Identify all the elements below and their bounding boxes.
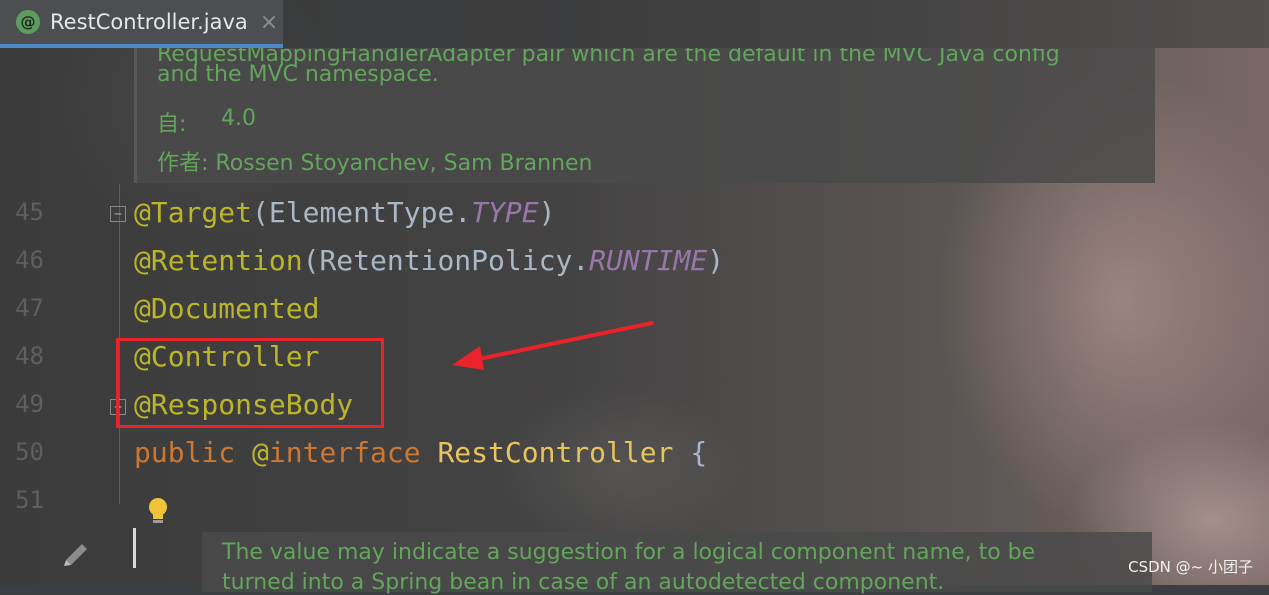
line-number: 51 (15, 486, 44, 514)
doc-author: 作者: Rossen Stoyanchev, Sam Brannen (157, 151, 593, 176)
paren-token: ) (538, 196, 556, 229)
doc-line: The value may indicate a suggestion for … (222, 540, 1036, 565)
keyword-token: public (134, 436, 236, 469)
fold-collapse-icon[interactable]: − (110, 206, 126, 222)
paren-token: ( (302, 244, 320, 277)
pencil-icon[interactable] (62, 536, 92, 566)
highlight-box (116, 338, 384, 428)
paren-token: ( (252, 196, 269, 229)
annotation-token: @Target (134, 196, 253, 229)
line-number: 50 (15, 438, 44, 466)
annotation-token: @Retention (134, 244, 303, 277)
dot-token: . (454, 196, 472, 229)
text-caret (133, 528, 136, 568)
type-name-token: RestController (437, 436, 674, 469)
line-number: 48 (15, 342, 44, 370)
tab-restcontroller-java[interactable]: @ RestController.java × (0, 0, 283, 48)
annotation-token: @Documented (134, 292, 320, 325)
editor-tab-bar: @ RestController.java × (0, 0, 1269, 48)
paren-token: ) (707, 244, 725, 277)
code-line-46[interactable]: @Retention(RetentionPolicy.RUNTIME) (134, 244, 724, 277)
lightbulb-icon[interactable] (145, 496, 171, 526)
close-icon[interactable]: × (260, 10, 278, 35)
constant-token: RUNTIME (589, 244, 708, 277)
code-line-45[interactable]: @Target(ElementType.TYPE) (134, 196, 555, 229)
class-token: ElementType (268, 196, 455, 229)
at-token: @ (252, 436, 269, 469)
code-line-47[interactable]: @Documented (134, 292, 319, 325)
javadoc-render-bottom: The value may indicate a suggestion for … (202, 532, 1152, 595)
doc-since-label: 自: (157, 112, 187, 137)
watermark: CSDN @~ 小团子 (1128, 558, 1253, 576)
doc-line: and the MVC namespace. (157, 62, 439, 87)
line-number: 46 (15, 246, 44, 274)
line-number-gutter: 45 46 47 48 49 50 51 (0, 48, 100, 585)
line-number: 45 (15, 198, 44, 226)
keyword-token: interface (268, 436, 421, 469)
red-arrow-icon (452, 321, 654, 370)
tab-title: RestController.java (50, 10, 248, 34)
line-number: 47 (15, 294, 44, 322)
dot-token: . (572, 244, 590, 277)
annotation-file-icon: @ (16, 10, 40, 34)
class-token: RetentionPolicy (319, 244, 573, 277)
javadoc-render-top: RequestMappingHandlerAdapter pair which … (134, 48, 1155, 183)
doc-since-value: 4.0 (221, 106, 256, 131)
constant-token: TYPE (471, 196, 539, 229)
line-number: 49 (15, 390, 44, 418)
doc-line: turned into a Spring bean in case of an … (222, 570, 945, 595)
code-line-50[interactable]: public @interface RestController { (134, 436, 707, 469)
brace-token: { (690, 436, 708, 469)
